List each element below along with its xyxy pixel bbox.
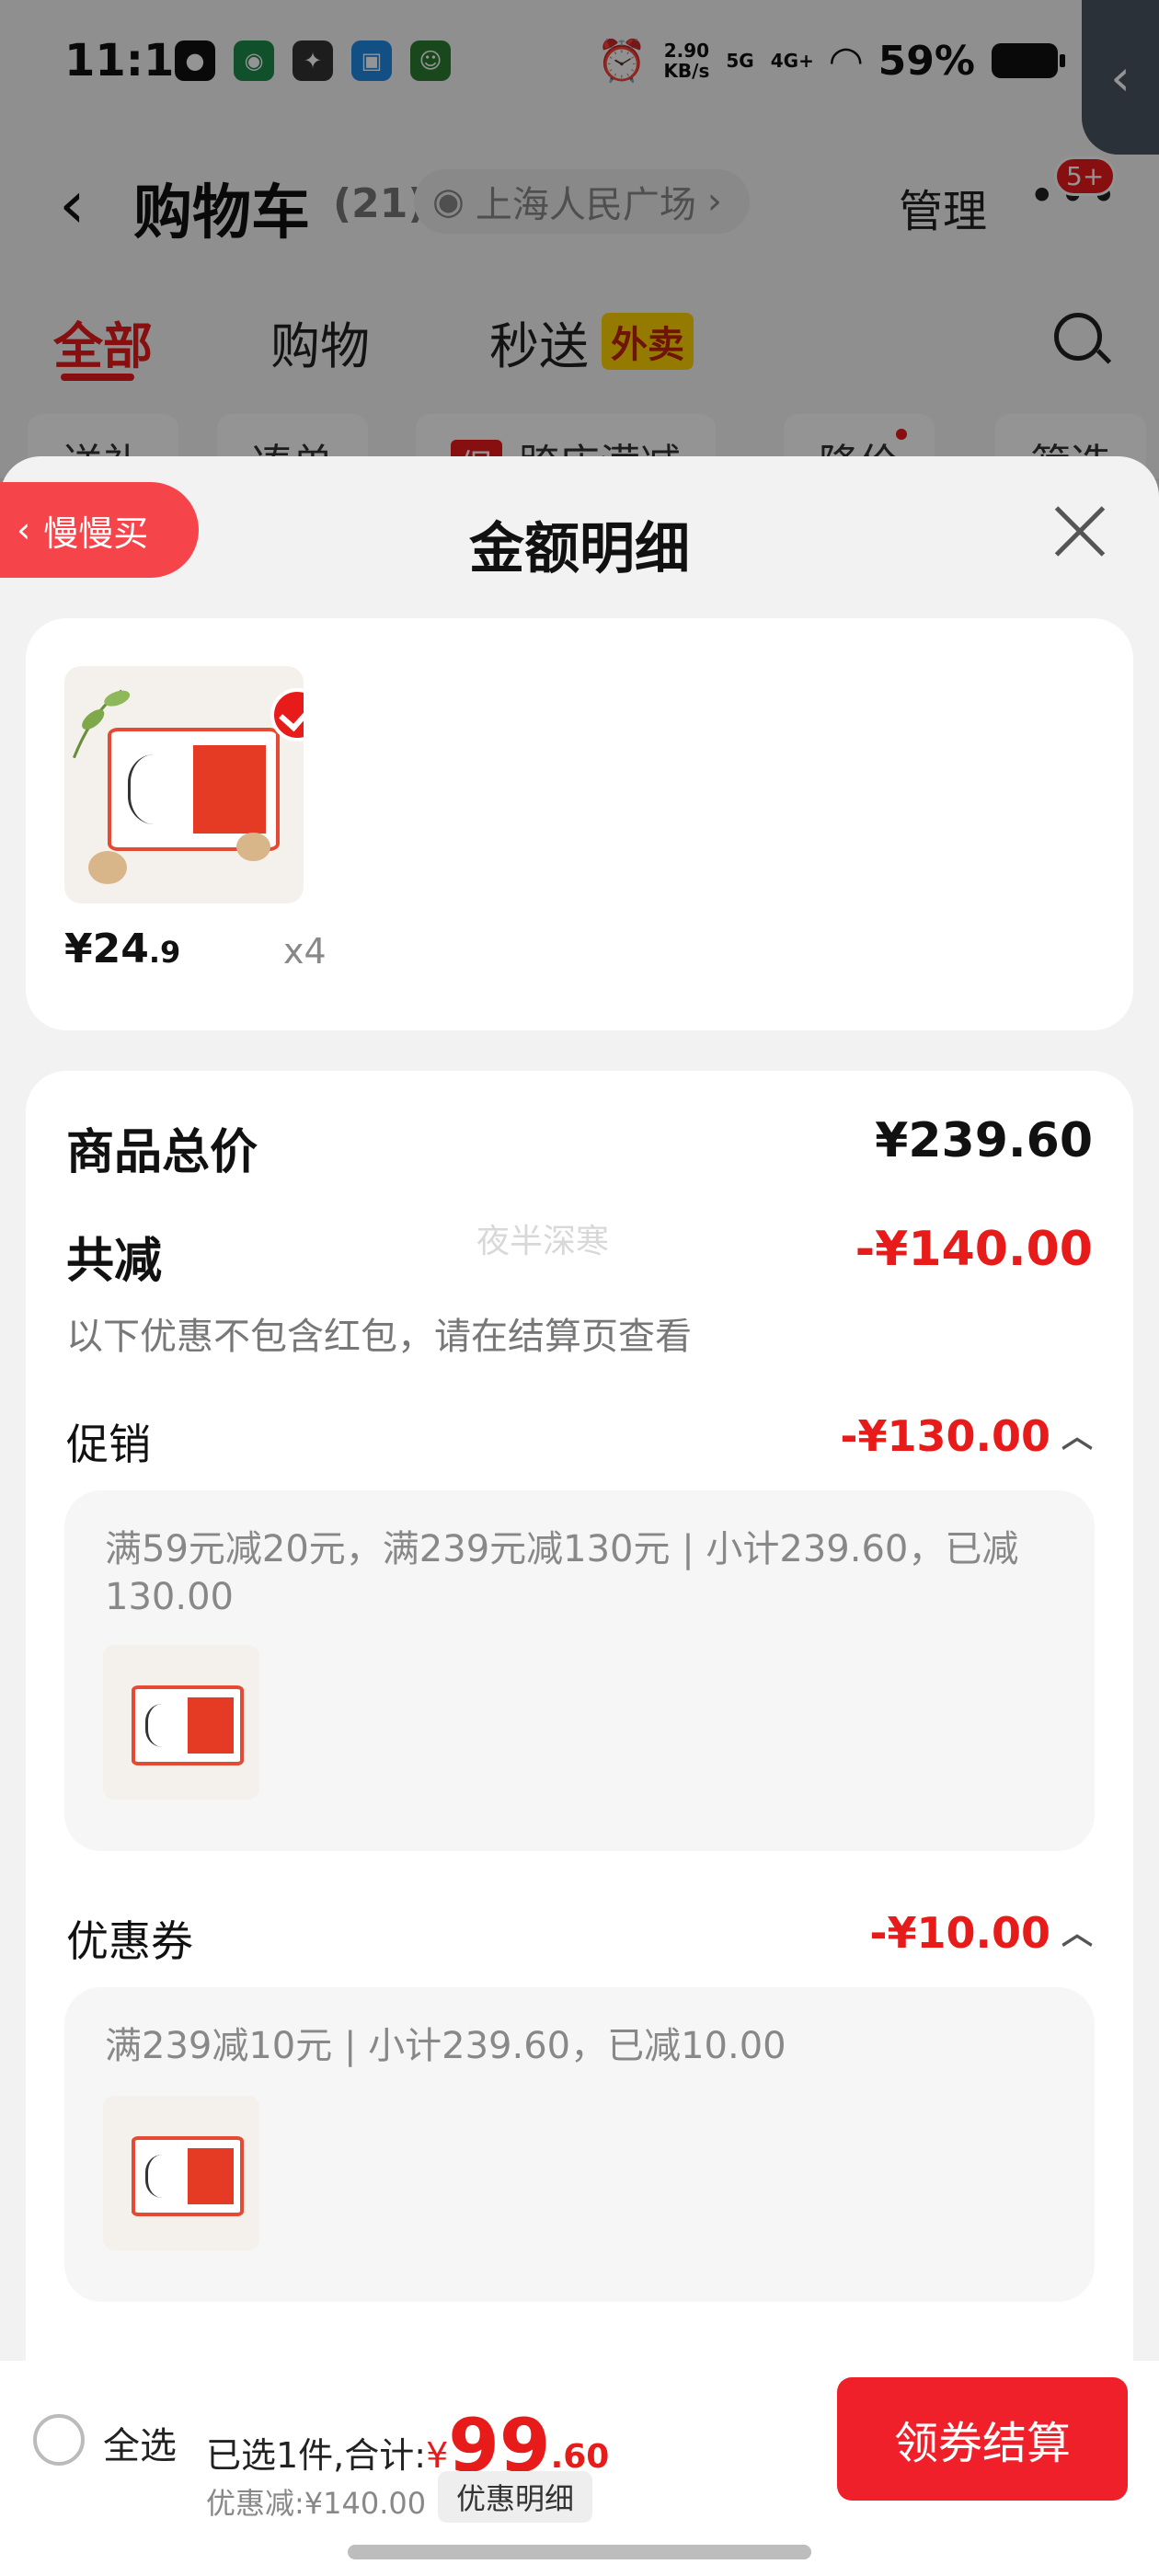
discount-detail-button[interactable]: 优惠明细 — [438, 2471, 593, 2523]
chevron-up-icon: ︿ — [1061, 1419, 1093, 1455]
promotion-label: 促销 — [66, 1420, 151, 1469]
home-indicator[interactable] — [348, 2545, 811, 2559]
sheet-title: 金额明细 — [469, 517, 690, 581]
watermark-text: 夜半深寒 — [476, 1223, 610, 1260]
discount-summary: 优惠减:¥140.00 — [206, 2486, 427, 2521]
total-decimal: .60 — [550, 2438, 610, 2476]
total-price-value: ¥239.60 — [875, 1113, 1093, 1168]
promotion-detail-box: 满59元减20元，满239元减130元 | 小计239.60，已减130.00 — [64, 1490, 1095, 1851]
amount-detail-sheet: ‹ 慢慢买 金额明细 ¥24.9 x4 商品总价 ¥239.60 共减 夜半深寒 — [0, 456, 1159, 2576]
product-price: ¥24.9 — [64, 926, 181, 972]
promotion-value[interactable]: -¥130.00 ︿ — [840, 1411, 1093, 1461]
amount-detail-card: 商品总价 ¥239.60 共减 夜半深寒 -¥140.00 以下优惠不包含红包，… — [26, 1071, 1133, 2451]
select-all-radio[interactable] — [33, 2414, 85, 2466]
checkout-button[interactable]: 领券结算 — [837, 2377, 1128, 2501]
product-quantity: x4 — [283, 931, 327, 972]
close-icon[interactable] — [1052, 504, 1107, 559]
coupon-detail-text: 满239减10元 | 小计239.60，已减10.00 — [105, 2025, 786, 2067]
product-image[interactable] — [64, 666, 304, 903]
total-reduce-value: -¥140.00 — [855, 1222, 1093, 1277]
total-price-label: 商品总价 — [66, 1125, 258, 1180]
coupon-value[interactable]: -¥10.00 ︿ — [869, 1908, 1093, 1958]
reduce-note: 以下优惠不包含红包，请在结算页查看 — [66, 1316, 692, 1358]
coupon-product-thumb — [103, 2096, 259, 2250]
promotion-detail-text: 满59元减20元，满239元减130元 | 小计239.60，已减130.00 — [105, 1528, 1019, 1618]
product-card: ¥24.9 x4 — [26, 618, 1133, 1030]
chevron-up-icon: ︿ — [1061, 1915, 1093, 1952]
coupon-label: 优惠券 — [66, 1916, 193, 1966]
checkout-bar: 全选 已选1件,合计:¥99.60 优惠减:¥140.00 优惠明细 领券结算 — [0, 2361, 1159, 2576]
total-reduce-label: 共减 — [66, 1234, 163, 1289]
coupon-detail-box: 满239减10元 | 小计239.60，已减10.00 — [64, 1987, 1095, 2302]
promotion-product-thumb — [103, 1645, 259, 1800]
select-all-label[interactable]: 全选 — [103, 2416, 177, 2469]
